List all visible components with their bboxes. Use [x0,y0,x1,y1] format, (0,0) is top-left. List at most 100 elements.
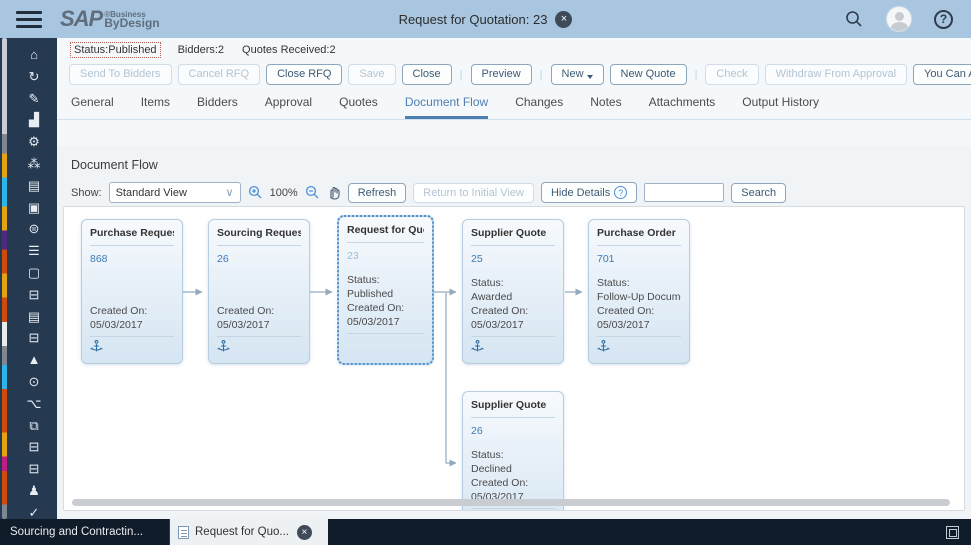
sidebar-item-payables[interactable]: ▤ [12,306,56,328]
new-quote-button[interactable]: New Quote [609,64,687,85]
sidebar-item-supply-planning[interactable]: ⊟ [12,436,56,458]
tab-notes[interactable]: Notes [590,95,621,119]
tab-changes[interactable]: Changes [515,95,563,119]
node-id-link[interactable]: 26 [471,418,555,443]
anchor-icon[interactable] [217,340,230,353]
sidebar-item-worklist[interactable]: ☰ [12,240,56,262]
return-to-initial-view-button[interactable]: Return to Initial View [413,182,534,203]
tab-attachments[interactable]: Attachments [649,95,716,119]
anchor-icon[interactable] [471,340,484,353]
sidebar-item-document-stack[interactable]: ⧉ [12,415,56,437]
anchor-icon[interactable] [597,340,610,353]
hide-details-button[interactable]: Hide Details ? [540,182,638,203]
sidebar-item-third-party-logistics[interactable]: ⊟ [12,458,56,480]
sap-bydesign-logo: SAP ®Business ByDesign [60,8,160,30]
new-button[interactable]: New [550,64,604,85]
status-value: Follow-Up Document C... [597,291,681,303]
id-card-icon: ▣ [27,199,41,215]
flow-node-supplier-quote-25[interactable]: Supplier Quote 25 Status: Awarded Create… [462,219,564,364]
tab-bar: General Items Bidders Approval Quotes Do… [57,93,971,120]
sidebar-item-candidate-search[interactable]: ⊙ [12,371,56,393]
sidebar-item-settings[interactable]: ⚙ [12,131,56,153]
status-label: Status: [347,274,380,286]
sidebar-item-org-management[interactable]: ▲ [12,349,56,371]
refresh-button[interactable]: Refresh [347,182,407,203]
created-on-label: Created On: [471,305,529,317]
sidebar-item-customer-invoicing[interactable]: ▤ [12,175,56,197]
sidebar-item-org-structure[interactable]: ⌥ [12,393,56,415]
tab-approval[interactable]: Approval [265,95,312,119]
tab-output-history[interactable]: Output History [742,95,819,119]
sidebar-item-home[interactable]: ⌂ [12,44,56,66]
flow-node-sourcing-request[interactable]: Sourcing Request 26 Created On: 05/03/20… [208,219,310,364]
node-id-link[interactable]: 868 [90,246,174,271]
document-flow-canvas[interactable]: Purchase Request 868 Created On: 05/03/2… [63,206,965,511]
sidebar-item-business-partners[interactable]: ✎ [12,88,56,110]
sidebar-scroll-indicator[interactable] [2,38,7,519]
tab-items[interactable]: Items [141,95,170,119]
sidebar-item-travel[interactable]: ⊜ [12,218,56,240]
main-content: Status:Published Bidders:2 Quotes Receiv… [57,38,971,519]
tab-bidders[interactable]: Bidders [197,95,238,119]
taskbar-tab-sourcing-and-contracting[interactable]: Sourcing and Contractin... [0,519,170,545]
sidebar-item-resource-management[interactable]: ♟ [12,480,56,502]
you-can-also-button[interactable]: You Can Also [913,64,971,85]
close-document-icon[interactable]: × [555,10,573,28]
sidebar-item-marketing[interactable]: ⁂ [12,153,56,175]
flow-node-request-for-quotation[interactable]: Request for Quotation 23 Status: Publish… [337,215,434,365]
close-button[interactable]: Close [401,64,452,85]
anchor-icon[interactable] [90,340,103,353]
horizontal-scrollbar[interactable] [72,499,950,506]
action-toolbar: Send To Bidders Cancel RFQ Close RFQ Sav… [57,57,971,93]
flow-search-input[interactable] [644,183,725,202]
tab-quotes[interactable]: Quotes [339,95,378,119]
sidebar-item-analytics[interactable]: ▟ [12,109,56,131]
node-id-link[interactable]: 25 [471,246,555,271]
status-value: Published [347,288,394,300]
node-id-link[interactable]: 26 [217,246,301,271]
sidebar-item-ledger[interactable]: ▢ [12,262,56,284]
tab-general[interactable]: General [71,95,114,119]
view-toolbar: Show: Standard View ∨ 100% Refresh Retur… [71,182,971,203]
logo-bydesign: ByDesign [104,16,160,30]
zoom-level: 100% [269,186,298,199]
person-document-icon: ♟ [28,482,40,498]
window-restore-icon[interactable] [946,525,959,539]
preview-button[interactable]: Preview [470,64,532,85]
people-pyramid-icon: ▲ [27,352,41,368]
taskbar-tab-request-for-quotation[interactable]: Request for Quo... × [170,519,328,545]
flow-node-supplier-quote-26[interactable]: Supplier Quote 26 Status: Declined Creat… [462,391,564,510]
flow-node-purchase-request[interactable]: Purchase Request 868 Created On: 05/03/2… [81,219,183,364]
node-id-link[interactable]: 701 [597,246,681,271]
cancel-rfq-button[interactable]: Cancel RFQ [177,64,261,85]
pan-hand-icon[interactable] [327,185,341,200]
status-published-field: Status:Published [70,42,161,58]
close-tab-icon[interactable]: × [296,524,312,540]
feed-icon: ↻ [28,68,40,84]
sidebar-item-inbound-logistics[interactable]: ⊟ [12,327,56,349]
save-button[interactable]: Save [348,64,396,85]
close-rfq-button[interactable]: Close RFQ [266,64,343,85]
status-value: Declined [471,463,512,475]
sidebar-item-outbound-logistics[interactable]: ⊟ [12,284,56,306]
user-avatar[interactable] [886,6,912,32]
zoom-in-icon[interactable] [248,185,263,200]
sidebar-item-personnel-file[interactable]: ▣ [12,197,56,219]
search-icon[interactable] [844,9,864,29]
hamburger-menu-icon[interactable] [16,10,42,28]
sidebar-item-feed[interactable]: ↻ [12,66,56,88]
node-title: Sourcing Request [217,227,301,246]
truck-icon: ⊟ [28,330,40,346]
withdraw-from-approval-button[interactable]: Withdraw From Approval [764,64,908,85]
show-label: Show: [71,186,102,199]
help-icon[interactable]: ? [934,9,953,29]
bidders-count: Bidders:2 [177,44,225,56]
sidebar-item-approvals[interactable]: ✓ [12,502,56,519]
flow-node-purchase-order[interactable]: Purchase Order 701 Status: Follow-Up Doc… [588,219,690,364]
tab-document-flow[interactable]: Document Flow [404,95,489,119]
search-button[interactable]: Search [731,182,787,203]
check-button[interactable]: Check [705,64,759,85]
view-select[interactable]: Standard View ∨ [108,182,241,203]
zoom-out-icon[interactable] [305,185,320,200]
send-to-bidders-button[interactable]: Send To Bidders [69,64,172,85]
